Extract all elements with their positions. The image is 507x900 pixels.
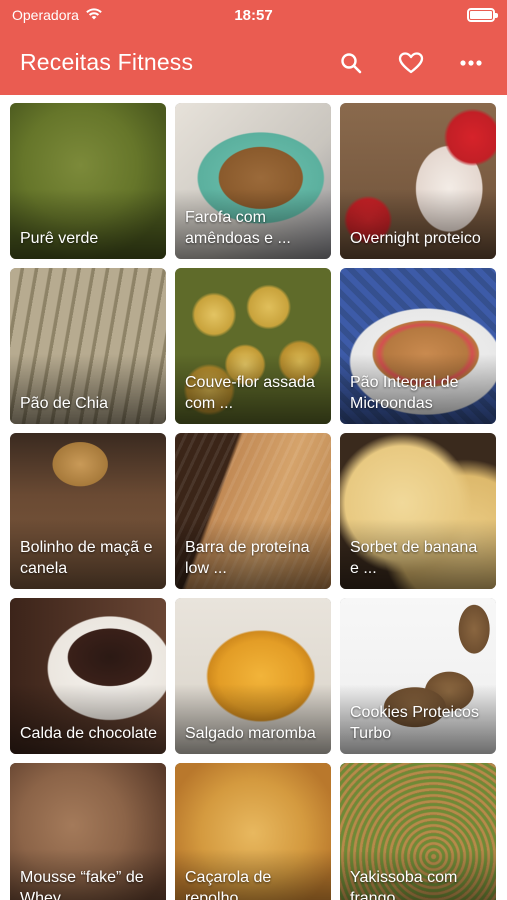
recipe-card[interactable]: Bolinho de maçã e canela xyxy=(10,433,166,589)
more-icon xyxy=(460,59,482,66)
search-icon xyxy=(341,52,362,73)
more-button[interactable] xyxy=(457,49,485,77)
recipe-card[interactable]: Farofa com amêndoas e ... xyxy=(175,103,331,259)
app-bar: Receitas Fitness xyxy=(0,30,507,95)
recipe-title: Caçarola de repolho xyxy=(185,869,272,900)
heart-icon xyxy=(398,51,424,73)
recipe-card[interactable]: Barra de proteína low ... xyxy=(175,433,331,589)
recipe-card[interactable]: Yakissoba com frango xyxy=(340,763,496,900)
recipe-title: Pão Integral de Microondas xyxy=(350,374,459,412)
recipe-card[interactable]: Cookies Proteicos Turbo xyxy=(340,598,496,754)
recipe-title: Salgado maromba xyxy=(185,725,316,742)
recipe-title: Cookies Proteicos Turbo xyxy=(350,704,479,742)
recipe-card[interactable]: Pão de Chia xyxy=(10,268,166,424)
status-right xyxy=(467,8,498,22)
recipe-card[interactable]: Purê verde xyxy=(10,103,166,259)
app-title: Receitas Fitness xyxy=(20,49,194,75)
recipe-card[interactable]: Calda de chocolate xyxy=(10,598,166,754)
recipe-grid: Purê verde Farofa com amêndoas e ... Ove… xyxy=(10,103,496,900)
recipe-title: Bolinho de maçã e canela xyxy=(20,539,153,577)
recipe-title: Barra de proteína low ... xyxy=(185,539,310,577)
recipe-title: Couve-flor assada com ... xyxy=(185,374,315,412)
status-bar: Operadora 18:57 xyxy=(0,0,507,30)
recipe-card[interactable]: Mousse “fake” de Whey xyxy=(10,763,166,900)
recipe-card[interactable]: Pão Integral de Microondas xyxy=(340,268,496,424)
carrier-label: Operadora xyxy=(12,7,79,23)
app-screen: Operadora 18:57 Receitas Fitness Purê ve… xyxy=(0,0,507,900)
favorites-button[interactable] xyxy=(397,49,425,77)
recipe-title: Pão de Chia xyxy=(20,395,109,412)
recipe-title: Yakissoba com frango xyxy=(350,869,458,900)
recipe-card[interactable]: Couve-flor assada com ... xyxy=(175,268,331,424)
recipe-card[interactable]: Overnight proteico xyxy=(340,103,496,259)
battery-icon xyxy=(467,8,498,22)
recipe-title: Mousse “fake” de Whey xyxy=(20,869,144,900)
clock: 18:57 xyxy=(234,6,273,24)
status-left: Operadora xyxy=(12,7,103,24)
recipe-card[interactable]: Caçarola de repolho xyxy=(175,763,331,900)
top-bar: Operadora 18:57 Receitas Fitness xyxy=(0,0,507,95)
wifi-icon xyxy=(85,7,103,24)
recipe-title: Overnight proteico xyxy=(350,230,481,247)
search-button[interactable] xyxy=(337,49,365,77)
recipe-card[interactable]: Sorbet de banana e ... xyxy=(340,433,496,589)
recipe-card[interactable]: Salgado maromba xyxy=(175,598,331,754)
recipe-title: Calda de chocolate xyxy=(20,725,157,742)
recipe-title: Purê verde xyxy=(20,230,99,247)
recipe-title: Sorbet de banana e ... xyxy=(350,539,478,577)
app-bar-actions xyxy=(337,49,487,77)
recipe-title: Farofa com amêndoas e ... xyxy=(185,209,291,247)
